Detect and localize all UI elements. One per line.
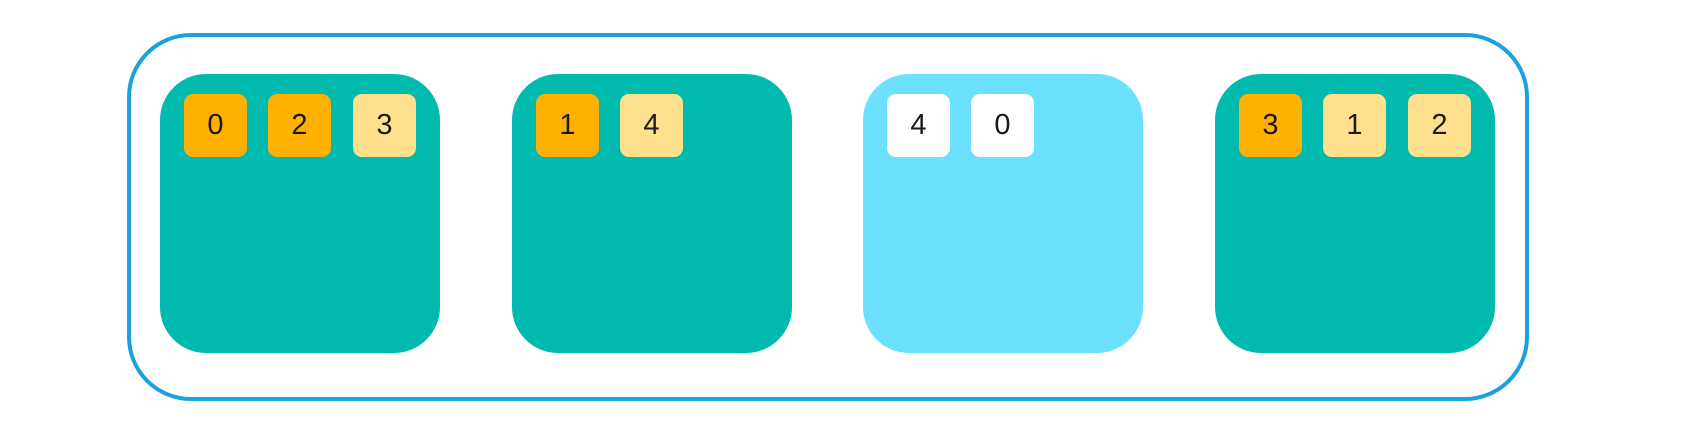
- chip-3-1: 4: [887, 94, 950, 157]
- chip-4-1: 3: [1239, 94, 1302, 157]
- chip-3-2: 0: [971, 94, 1034, 157]
- chip-1-2: 2: [268, 94, 331, 157]
- chip-2-1: 1: [536, 94, 599, 157]
- group-box-2: 1 4: [512, 74, 792, 353]
- chip-4-2: 1: [1323, 94, 1386, 157]
- chip-2-2: 4: [620, 94, 683, 157]
- chip-1-3: 3: [353, 94, 416, 157]
- chip-1-1: 0: [184, 94, 247, 157]
- group-box-1: 0 2 3: [160, 74, 440, 353]
- group-box-4: 3 1 2: [1215, 74, 1495, 353]
- group-box-3: 4 0: [863, 74, 1143, 353]
- chip-4-3: 2: [1408, 94, 1471, 157]
